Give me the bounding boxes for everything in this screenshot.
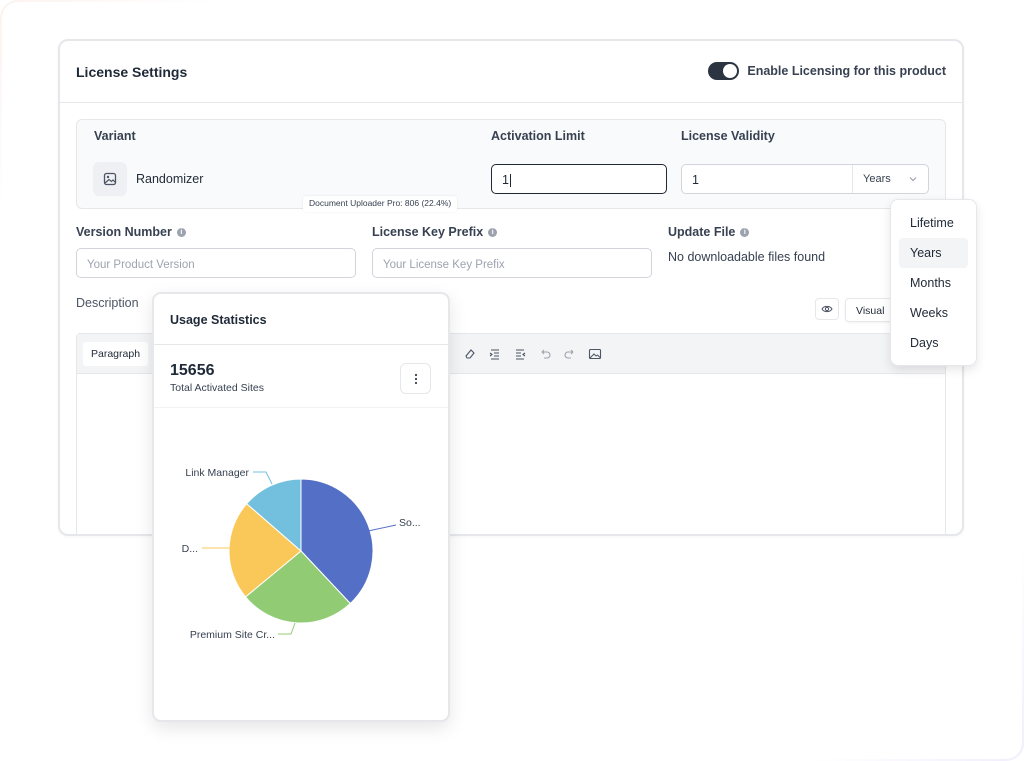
- undo-icon[interactable]: [538, 347, 552, 361]
- license-validity-input[interactable]: 1 Years: [681, 164, 929, 194]
- version-number-label-text: Version Number: [76, 225, 172, 239]
- license-key-prefix-input[interactable]: Your License Key Prefix: [372, 248, 652, 278]
- image-icon: [103, 172, 117, 186]
- eye-icon: [821, 305, 833, 313]
- license-key-prefix-label: License Key Prefix i: [372, 225, 498, 239]
- card-header: License Settings Enable Licensing for th…: [60, 41, 962, 103]
- variant-image-icon: [93, 162, 127, 196]
- more-options-button[interactable]: [400, 363, 431, 394]
- preview-button[interactable]: [815, 298, 839, 320]
- usage-statistics-card: Usage Statistics 15656 Total Activated S…: [152, 292, 450, 722]
- license-key-prefix-label-text: License Key Prefix: [372, 225, 484, 239]
- activation-limit-input[interactable]: 1: [491, 164, 667, 194]
- divider: [154, 407, 448, 408]
- dropdown-option-lifetime[interactable]: Lifetime: [899, 208, 968, 238]
- license-validity-value: 1: [692, 173, 699, 187]
- activation-limit-value: 1: [502, 173, 509, 187]
- pie-slice-label: So...: [399, 517, 421, 529]
- pie-slice-label: Premium Site Cr...: [190, 629, 275, 641]
- info-icon[interactable]: i: [488, 227, 498, 237]
- eraser-icon[interactable]: [463, 347, 477, 361]
- variant-table: Variant Activation Limit License Validit…: [76, 119, 946, 209]
- dropdown-option-years[interactable]: Years: [899, 238, 968, 268]
- validity-dropdown-menu: Lifetime Years Months Weeks Days: [890, 199, 977, 366]
- total-activated-label: Total Activated Sites: [170, 382, 264, 394]
- stats-title: Usage Statistics: [170, 313, 267, 327]
- indent-icon[interactable]: [488, 347, 502, 361]
- chart-tooltip: Document Uploader Pro: 806 (22.4%): [303, 196, 458, 212]
- dropdown-option-weeks[interactable]: Weeks: [899, 298, 968, 328]
- kebab-menu-icon: [414, 373, 417, 384]
- dropdown-option-days[interactable]: Days: [899, 328, 968, 358]
- variant-column-header: Variant: [94, 129, 136, 143]
- activation-limit-header: Activation Limit: [491, 129, 585, 143]
- enable-licensing-toggle[interactable]: [708, 62, 740, 80]
- redo-icon[interactable]: [563, 347, 577, 361]
- validity-unit-value: Years: [863, 173, 891, 185]
- usage-pie-chart: So... Premium Site Cr... D... Link Manager: [182, 467, 421, 641]
- pie-slice-label: D...: [182, 543, 198, 555]
- text-caret: [509, 174, 511, 188]
- paragraph-format-select[interactable]: Paragraph: [83, 342, 149, 366]
- pie-label-line: [253, 471, 273, 485]
- pie-label-line: [278, 622, 296, 635]
- page-title: License Settings: [76, 64, 188, 80]
- info-icon[interactable]: i: [740, 227, 750, 237]
- license-validity-header: License Validity: [681, 129, 775, 143]
- validity-unit-select[interactable]: Years: [852, 165, 928, 193]
- license-key-prefix-placeholder: Your License Key Prefix: [383, 259, 505, 271]
- divider: [154, 344, 448, 345]
- pie-label-line: [367, 524, 397, 532]
- version-number-input[interactable]: Your Product Version: [76, 248, 356, 278]
- update-file-status: No downloadable files found: [668, 250, 826, 264]
- chevron-down-icon: [909, 177, 917, 182]
- enable-licensing-label: Enable Licensing for this product: [747, 64, 946, 78]
- variant-name: Randomizer: [136, 172, 204, 186]
- insert-image-icon[interactable]: [588, 347, 602, 361]
- licensing-toggle-group: Enable Licensing for this product: [708, 62, 946, 80]
- update-file-label-text: Update File: [668, 225, 736, 239]
- version-number-label: Version Number i: [76, 225, 186, 239]
- info-icon[interactable]: i: [176, 227, 186, 237]
- update-file-label: Update File i: [668, 225, 750, 239]
- total-activated-count: 15656: [170, 362, 215, 379]
- outdent-icon[interactable]: [513, 347, 527, 361]
- pie-slice-label: Link Manager: [185, 467, 249, 479]
- version-number-placeholder: Your Product Version: [87, 259, 195, 271]
- dropdown-option-months[interactable]: Months: [899, 268, 968, 298]
- description-label: Description: [76, 296, 139, 310]
